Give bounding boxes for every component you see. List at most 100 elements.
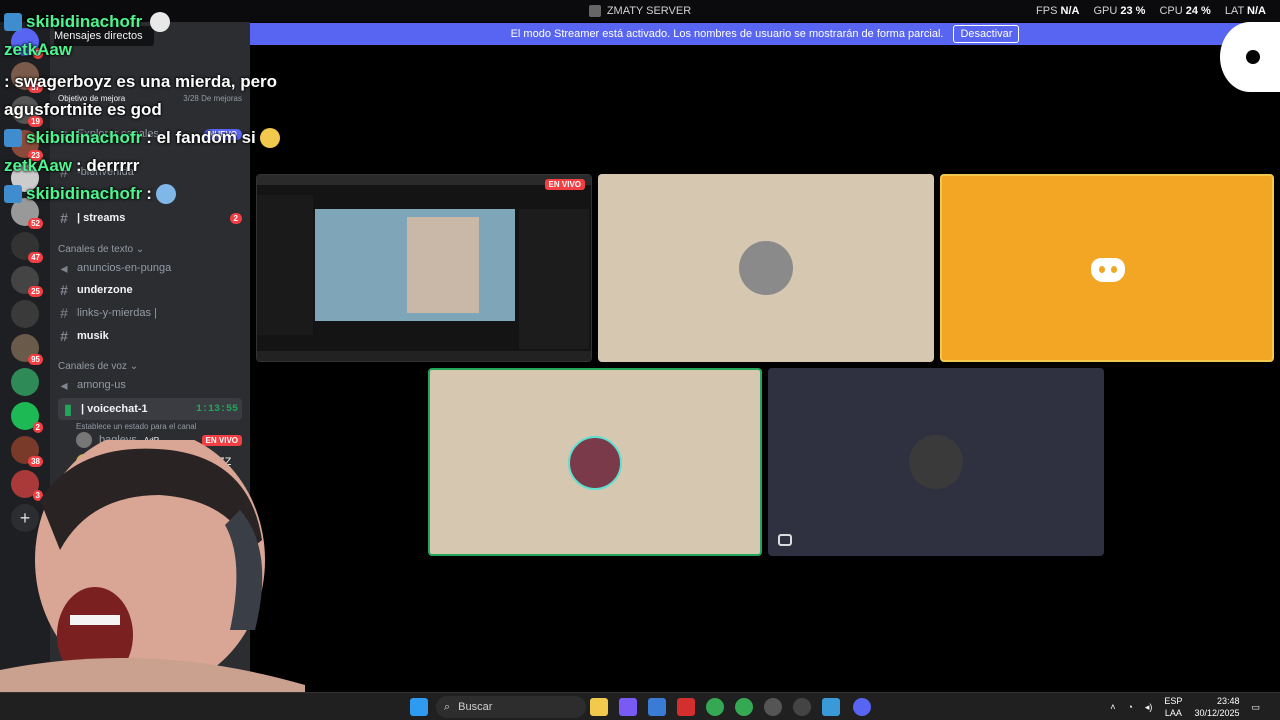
chat-text: : derrrrr xyxy=(76,156,140,175)
screen: ZMATY SERVER FPS N/A GPU 23 % CPU 24 % L… xyxy=(0,0,1280,720)
participant-tile[interactable] xyxy=(598,174,934,362)
chat-text: : el fandom si xyxy=(146,128,256,147)
hash-icon: # xyxy=(60,282,68,298)
channel-label: links-y-mierdas | xyxy=(77,307,157,319)
streamer-webcam xyxy=(0,430,305,692)
unread-badge: 95 xyxy=(28,354,43,365)
participant-tile[interactable] xyxy=(428,368,762,556)
chat-username: zetkAaw xyxy=(4,40,73,59)
unread-badge: 52 xyxy=(28,218,43,229)
category-text-channels[interactable]: Canales de texto ⌄ xyxy=(58,244,144,255)
chevron-up-icon[interactable]: ˄ xyxy=(1110,702,1115,712)
channel-underzone[interactable]: # underzone xyxy=(58,280,242,300)
stat-label: CPU xyxy=(1159,5,1183,17)
notification-icon[interactable]: ▭ xyxy=(1251,702,1260,713)
discord-eye xyxy=(1111,266,1117,273)
clock-time: 23:48 xyxy=(1216,696,1240,706)
file-explorer-icon[interactable] xyxy=(590,698,608,716)
stat-label: GPU xyxy=(1093,5,1118,17)
wifi-icon[interactable]: ◔ xyxy=(1127,702,1132,712)
photos-icon[interactable] xyxy=(822,698,840,716)
megaphone-icon: ◂ xyxy=(60,259,68,276)
live-badge: EN VIVO xyxy=(544,179,585,190)
kick-sidebar xyxy=(257,195,313,335)
channel-streams[interactable]: # | streams 2 xyxy=(58,208,242,228)
server-icon[interactable]: 95 xyxy=(11,334,43,365)
discord-logo-icon xyxy=(1091,258,1125,282)
store-icon[interactable] xyxy=(648,698,666,716)
kick-chat xyxy=(519,209,589,349)
channel-musik[interactable]: # musik xyxy=(58,326,242,346)
taskbar-search[interactable]: ⌕ Buscar xyxy=(436,696,586,718)
chrome-icon[interactable] xyxy=(706,698,724,716)
server-icon[interactable]: 2 xyxy=(11,402,43,433)
stat-label: LAT xyxy=(1224,5,1244,17)
twitch-icon xyxy=(4,129,22,147)
video-off-icon xyxy=(778,534,792,546)
emoji-icon xyxy=(155,184,176,204)
server-title: ZMATY SERVER xyxy=(588,5,691,17)
clock[interactable]: 23:48 30/12/2025 xyxy=(1194,695,1239,719)
windows-taskbar: ⌕ Buscar ˄ ◔ ◂) ESP LAA 23:48 30/12/2025… xyxy=(0,692,1280,720)
chat-message: zetkAaw : derrrrr xyxy=(4,152,424,180)
channel-label: musik xyxy=(77,330,109,342)
avatar xyxy=(739,241,793,295)
discord-icon[interactable] xyxy=(853,698,871,716)
chat-username: skibidinachofr xyxy=(26,128,143,147)
stat-fps: FPS N/A xyxy=(1036,5,1079,17)
mention-badge: 2 xyxy=(229,212,242,224)
keyboard-layout: LAA xyxy=(1164,708,1182,718)
server-icon[interactable]: 25 xyxy=(11,266,43,297)
m365-icon[interactable] xyxy=(619,698,637,716)
channel-anuncios[interactable]: ◂ anuncios-en-punga xyxy=(58,258,242,278)
chrome-profile-icon[interactable] xyxy=(735,698,753,716)
avatar xyxy=(568,436,622,490)
system-tray: ˄ ◔ ◂) ESP LAA 23:48 30/12/2025 ▭ xyxy=(1110,695,1260,719)
chat-message: skibidinachofr : xyxy=(4,180,424,208)
chat-text: : xyxy=(146,184,152,203)
voice-channel-among-us[interactable]: ◂ among-us xyxy=(58,375,242,395)
category-label: Canales de texto xyxy=(58,244,134,255)
stream-logo-icon xyxy=(1220,22,1280,92)
speaker-icon: ◂ xyxy=(60,376,68,393)
server-icon[interactable] xyxy=(11,300,39,328)
avatar xyxy=(909,435,963,489)
discord-eye xyxy=(1099,266,1105,273)
channel-label: | voicechat-1 xyxy=(81,403,148,415)
language-code: ESP xyxy=(1164,696,1183,706)
channel-label: | streams xyxy=(77,212,126,224)
deactivate-button[interactable]: Desactivar xyxy=(953,25,1020,43)
hash-icon: # xyxy=(60,328,68,344)
stat-value: 24 % xyxy=(1185,5,1211,17)
stream-video xyxy=(315,209,515,321)
windows-start-icon[interactable] xyxy=(410,698,428,716)
chat-username: skibidinachofr xyxy=(26,12,143,31)
volume-icon[interactable]: ◂) xyxy=(1145,702,1153,713)
emoji-icon xyxy=(259,128,280,148)
channel-label: anuncios-en-punga xyxy=(77,262,172,274)
hash-icon: # xyxy=(60,305,68,321)
twitch-icon xyxy=(4,185,22,203)
media-player-icon[interactable] xyxy=(793,698,811,716)
overlay-chat: skibidinachofr zetkAaw : swagerboyz es u… xyxy=(4,8,424,208)
obs-icon[interactable] xyxy=(764,698,782,716)
unread-badge: 47 xyxy=(28,252,43,263)
stat-cpu: CPU 24 % xyxy=(1159,5,1210,17)
server-icon[interactable] xyxy=(11,368,39,396)
category-voice-channels[interactable]: Canales de voz ⌄ xyxy=(58,361,138,372)
app-icon[interactable] xyxy=(677,698,695,716)
channel-links[interactable]: # links-y-mierdas | xyxy=(58,303,242,323)
server-icon[interactable]: 47 xyxy=(11,232,43,263)
voice-timer: 1:13:55 xyxy=(195,403,238,415)
language-indicator[interactable]: ESP LAA xyxy=(1164,695,1182,719)
unread-badge: 2 xyxy=(32,422,43,433)
voice-activity-icon: ▮ xyxy=(64,400,72,417)
participant-tile[interactable] xyxy=(940,174,1274,362)
stat-value: N/A xyxy=(1247,5,1266,17)
search-icon: ⌕ xyxy=(444,700,451,713)
search-placeholder: Buscar xyxy=(458,701,493,713)
participant-tile[interactable] xyxy=(768,368,1104,556)
stat-gpu: GPU 23 % xyxy=(1093,5,1145,17)
webcam-inset xyxy=(407,217,479,313)
emoji-icon xyxy=(150,12,171,32)
